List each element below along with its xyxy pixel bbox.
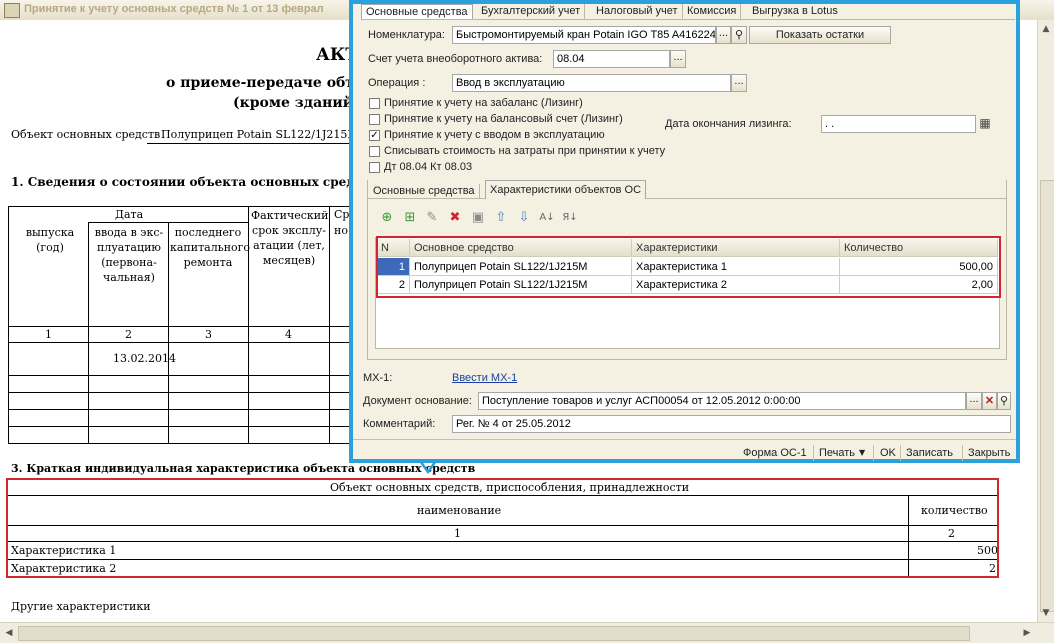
close-button[interactable]: Закрыть	[968, 445, 1010, 461]
leasing-end-date-field[interactable]: . .	[821, 115, 976, 133]
tab-accounting[interactable]: Бухгалтерский учет	[477, 4, 586, 19]
sort-ascending-icon[interactable]: A↓	[539, 210, 555, 226]
ok-button[interactable]: OK	[880, 445, 896, 461]
operation-label: Операция :	[368, 77, 426, 89]
end-edit-icon[interactable]: ▣	[470, 210, 486, 226]
checkbox-entry-label: Дт 08.04 Кт 08.03	[384, 161, 473, 173]
inner-tab-characteristics[interactable]: Характеристики объектов ОС	[485, 180, 647, 199]
table1-col-actual-life: Фактический срок эксплу-атации (лет, мес…	[251, 209, 329, 267]
save-button[interactable]: Записать	[906, 445, 953, 461]
table1-colnum-4: 4	[285, 328, 292, 341]
scroll-down-icon[interactable]: ▼	[1039, 606, 1053, 620]
table1-col-partial-1: Ср	[334, 208, 350, 221]
account-field[interactable]: 08.04	[553, 50, 670, 68]
copy-add-icon[interactable]: ⊞	[402, 210, 418, 226]
checkmark-icon: ✓	[370, 130, 379, 141]
scroll-left-icon[interactable]: ◀	[2, 626, 16, 640]
open-search-icon[interactable]: ⚲	[997, 392, 1011, 410]
basis-document-field[interactable]: Поступление товаров и услуг АСП00054 от …	[478, 392, 966, 410]
table1-colnum-3: 3	[205, 328, 212, 341]
table1-col-partial-2: но	[334, 224, 348, 237]
mx1-label: МХ-1:	[363, 372, 393, 384]
account-select-button[interactable]: ...	[670, 50, 686, 68]
tab-lotus-export[interactable]: Выгрузка в Lotus	[748, 4, 842, 19]
tab-tax-accounting[interactable]: Налоговый учет	[592, 4, 683, 19]
table1-date-header: Дата	[115, 208, 144, 221]
basis-document-label: Документ основание:	[363, 395, 472, 407]
leasing-end-label: Дата окончания лизинга:	[665, 118, 792, 130]
checkbox-offbalance-leasing[interactable]	[369, 98, 380, 109]
account-label: Счет учета внеоборотного актива:	[368, 53, 543, 65]
form-os1-button[interactable]: Форма ОС-1	[743, 445, 807, 461]
comment-field[interactable]: Рег. № 4 от 25.05.2012	[452, 415, 1011, 433]
checkbox-offbalance-leasing-label: Принятие к учету на забаланс (Лизинг)	[384, 97, 583, 109]
nomenclature-label: Номенклатура:	[368, 29, 445, 41]
print-button[interactable]: Печать	[819, 445, 855, 461]
print-dropdown-icon[interactable]: ▼	[859, 445, 865, 461]
grid-rows-highlight-box	[376, 236, 1001, 298]
operation-select-button[interactable]: ...	[731, 74, 747, 92]
move-down-icon[interactable]: ⇩	[516, 210, 532, 226]
scroll-up-icon[interactable]: ▲	[1039, 22, 1053, 36]
nomenclature-field[interactable]: Быстромонтируемый кран Potain IGO T85 A4…	[452, 26, 716, 44]
tab-commission[interactable]: Комиссия	[683, 4, 742, 19]
section3-title: 3. Краткая индивидуальная характеристика…	[11, 462, 476, 475]
checkbox-commissioning-label: Принятие к учету с вводом в эксплуатацию	[384, 129, 605, 141]
horizontal-scroll-thumb[interactable]	[18, 626, 970, 641]
checkbox-balance-leasing[interactable]	[369, 114, 380, 125]
act-subheading-1: о приеме-передаче объек	[166, 75, 376, 91]
checkbox-commissioning[interactable]: ✓	[369, 130, 380, 141]
sort-descending-icon[interactable]: Я↓	[562, 210, 578, 226]
vertical-scroll-thumb[interactable]	[1040, 180, 1054, 612]
edit-icon[interactable]: ✎	[424, 210, 440, 226]
object-value: Полуприцеп Potain SL122/1J215M	[161, 128, 359, 141]
object-label: Объект основных средств	[11, 128, 161, 141]
clear-icon[interactable]: ✕	[982, 392, 997, 410]
table1-colnum-1: 1	[45, 328, 52, 341]
delete-icon[interactable]: ✖	[447, 210, 463, 226]
move-up-icon[interactable]: ⇧	[493, 210, 509, 226]
checkbox-entry-0804-0803[interactable]	[369, 162, 380, 173]
operation-field[interactable]: Ввод в эксплуатацию	[452, 74, 731, 92]
window-title: Принятие к учету основных средств № 1 от…	[24, 3, 324, 15]
comment-label: Комментарий:	[363, 418, 436, 430]
enter-mx1-link[interactable]: Ввести МХ-1	[452, 372, 517, 384]
table1-colnum-2: 2	[125, 328, 132, 341]
document-window-icon	[4, 3, 20, 18]
characteristics-highlight-box	[6, 478, 999, 578]
horizontal-scrollbar[interactable]: ◀ ▶	[0, 622, 1054, 643]
table1-commissioning-date: 13.02.2014	[113, 352, 176, 365]
tab-fixed-assets[interactable]: Основные средства	[361, 4, 473, 20]
checkbox-balance-leasing-label: Принятие к учету на балансовый счет (Лиз…	[384, 113, 623, 125]
table1-col-commissioning: ввода в экс-плуатацию (первона-чальная)	[94, 226, 164, 284]
other-characteristics-label: Другие характеристики	[11, 600, 151, 613]
search-icon[interactable]: ⚲	[731, 26, 747, 44]
nomenclature-select-button[interactable]: ...	[716, 26, 731, 44]
add-icon[interactable]: ⊕	[379, 210, 395, 226]
scroll-right-icon[interactable]: ▶	[1020, 626, 1034, 640]
basis-select-button[interactable]: ...	[966, 392, 982, 410]
checkbox-expense-writeoff-label: Списывать стоимость на затраты при приня…	[384, 145, 666, 157]
asset-acceptance-dialog: Основные средства Бухгалтерский учет Нал…	[349, 0, 1020, 463]
calendar-icon[interactable]: ▦	[978, 116, 992, 131]
show-balances-button[interactable]: Показать остатки	[749, 26, 891, 44]
table1-col-release: выпуска (год)	[25, 226, 75, 254]
table1-col-last-repair: последнего капитального ремонта	[170, 226, 251, 269]
checkbox-expense-writeoff[interactable]	[369, 146, 380, 157]
vertical-scrollbar[interactable]: ▲ ▼	[1037, 20, 1054, 622]
inner-tab-fixed-assets[interactable]: Основные средства	[369, 184, 480, 199]
